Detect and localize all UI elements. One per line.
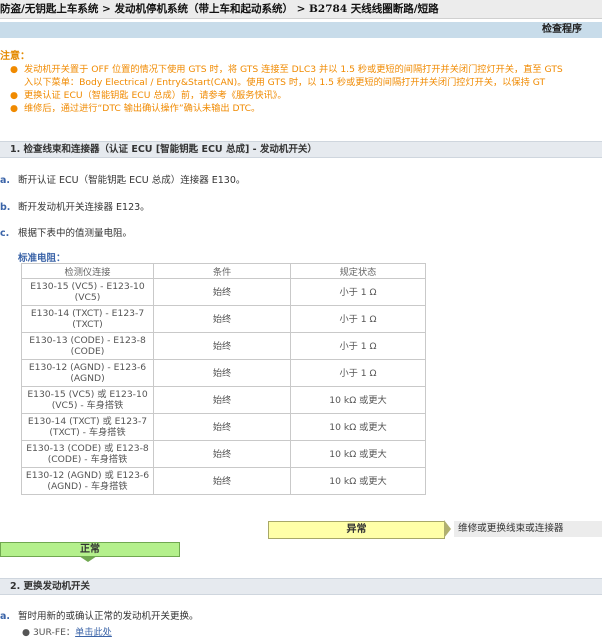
cell-condition: 始终	[153, 359, 291, 387]
step-text: 暂时用新的或确认正常的发动机开关更换。	[18, 611, 199, 622]
cell-connection: E130-13 (CODE) - E123-8 (CODE)	[21, 332, 154, 360]
step-a: a. 断开认证 ECU（智能钥匙 ECU 总成）连接器 E130。	[0, 172, 245, 186]
cell-connection: E130-15 (VC5) 或 E123-10 (VC5) - 车身搭铁	[21, 386, 154, 414]
step-b: b. 断开发动机开关连接器 E123。	[0, 199, 150, 213]
cell-spec: 小于 1 Ω	[290, 305, 426, 333]
cell-spec: 10 kΩ 或更大	[290, 386, 426, 414]
notice-list: ● 发动机开关置于 OFF 位置的情况下使用 GTS 时，将 GTS 连接至 D…	[8, 63, 602, 115]
cell-spec: 小于 1 Ω	[290, 278, 426, 306]
cell-spec: 小于 1 Ω	[290, 359, 426, 387]
table-row: E130-13 (CODE) - E123-8 (CODE) 始终 小于 1 Ω	[21, 332, 426, 360]
cell-condition: 始终	[153, 440, 291, 468]
normal-label: 正常	[80, 544, 100, 555]
table-row: E130-13 (CODE) 或 E123-8 (CODE) - 车身搭铁 始终…	[21, 440, 426, 468]
column-header-connection: 检测仪连接	[21, 263, 154, 279]
cell-condition: 始终	[153, 305, 291, 333]
click-here-link[interactable]: 单击此处	[75, 627, 112, 638]
engine-variant-label: 3UR-FE：	[32, 627, 76, 638]
resistance-table: 检测仪连接 条件 规定状态 E130-15 (VC5) - E123-10 (V…	[21, 263, 426, 495]
section-1-title: 1. 检查线束和连接器（认证 ECU [智能钥匙 ECU 总成] - 发动机开关…	[10, 144, 317, 155]
table-header-row: 检测仪连接 条件 规定状态	[21, 263, 426, 279]
notice-title: 注意：	[0, 51, 30, 62]
cell-spec: 10 kΩ 或更大	[290, 440, 426, 468]
table-row: E130-12 (AGND) 或 E123-6 (AGND) - 车身搭铁 始终…	[21, 467, 426, 495]
column-header-condition: 条件	[153, 263, 291, 279]
cell-condition: 始终	[153, 386, 291, 414]
cell-spec: 10 kΩ 或更大	[290, 413, 426, 441]
cell-connection: E130-15 (VC5) - E123-10 (VC5)	[21, 278, 154, 306]
procedure-header: 检查程序	[0, 22, 602, 38]
step-text: 断开认证 ECU（智能钥匙 ECU 总成）连接器 E130。	[18, 175, 246, 186]
table-row: E130-12 (AGND) - E123-6 (AGND) 始终 小于 1 Ω	[21, 359, 426, 387]
notice-item: ● 维修后，通过进行“DTC 输出确认操作”确认未输出 DTC。	[8, 102, 602, 115]
notice-item: ● 更换认证 ECU（智能钥匙 ECU 总成）前，请参考《服务快讯》。	[8, 89, 602, 102]
column-header-spec: 规定状态	[290, 263, 426, 279]
cell-condition: 始终	[153, 278, 291, 306]
step-letter: a.	[0, 611, 11, 622]
section-2-header: 2. 更换发动机开关	[0, 578, 602, 595]
cell-connection: E130-14 (TXCT) - E123-7 (TXCT)	[21, 305, 154, 333]
step-text: 断开发动机开关连接器 E123。	[18, 202, 150, 213]
notice-item-text: 入以下菜单：Body Electrical / Entry&Start(CAN)…	[24, 77, 546, 88]
bullet-icon: ●	[10, 103, 19, 114]
breadcrumb-text: 防盗/无钥匙上车系统 > 发动机停机系统（带上车和起动系统） > B2784 天…	[0, 3, 439, 15]
step-c: c. 根据下表中的值测量电阻。	[0, 225, 132, 239]
step-letter: b.	[0, 202, 11, 213]
cell-connection: E130-12 (AGND) - E123-6 (AGND)	[21, 359, 154, 387]
section-1-header: 1. 检查线束和连接器（认证 ECU [智能钥匙 ECU 总成] - 发动机开关…	[0, 141, 602, 158]
breadcrumb: 防盗/无钥匙上车系统 > 发动机停机系统（带上车和起动系统） > B2784 天…	[0, 0, 602, 19]
abnormal-result-box: 异常	[268, 521, 445, 539]
arrow-right-icon	[444, 520, 451, 538]
abnormal-label: 异常	[346, 524, 367, 535]
abnormal-action: 维修或更换线束或连接器	[454, 521, 602, 537]
step-letter: c.	[0, 228, 10, 239]
cell-condition: 始终	[153, 413, 291, 441]
cell-spec: 10 kΩ 或更大	[290, 467, 426, 495]
step-text: 根据下表中的值测量电阻。	[18, 228, 133, 239]
table-row: E130-15 (VC5) 或 E123-10 (VC5) - 车身搭铁 始终 …	[21, 386, 426, 414]
bullet-icon: ●	[22, 627, 33, 638]
notice-item-text: 发动机开关置于 OFF 位置的情况下使用 GTS 时，将 GTS 连接至 DLC…	[24, 64, 563, 75]
cell-condition: 始终	[153, 332, 291, 360]
standard-resistance-label: 标准电阻：	[18, 253, 66, 264]
bullet-icon: ●	[10, 90, 19, 101]
cell-spec: 小于 1 Ω	[290, 332, 426, 360]
bullet-icon: ●	[10, 64, 19, 75]
cell-connection: E130-14 (TXCT) 或 E123-7 (TXCT) - 车身搭铁	[21, 413, 154, 441]
cell-condition: 始终	[153, 467, 291, 495]
notice-item-text: 维修后，通过进行“DTC 输出确认操作”确认未输出 DTC。	[24, 103, 261, 114]
notice-item-continuation: 入以下菜单：Body Electrical / Entry&Start(CAN)…	[8, 76, 602, 89]
engine-variant-item: ● 3UR-FE：单击此处	[22, 624, 112, 638]
table-row: E130-15 (VC5) - E123-10 (VC5) 始终 小于 1 Ω	[21, 278, 426, 306]
step-letter: a.	[0, 175, 11, 186]
cell-connection: E130-13 (CODE) 或 E123-8 (CODE) - 车身搭铁	[21, 440, 154, 468]
cell-connection: E130-12 (AGND) 或 E123-6 (AGND) - 车身搭铁	[21, 467, 154, 495]
notice-item-text: 更换认证 ECU（智能钥匙 ECU 总成）前，请参考《服务快讯》。	[24, 90, 287, 101]
normal-result-box: 正常	[0, 542, 180, 557]
section-2-title: 2. 更换发动机开关	[10, 581, 91, 592]
table-row: E130-14 (TXCT) - E123-7 (TXCT) 始终 小于 1 Ω	[21, 305, 426, 333]
abnormal-action-text: 维修或更换线束或连接器	[458, 523, 564, 534]
arrow-down-icon	[79, 556, 97, 562]
notice-item: ● 发动机开关置于 OFF 位置的情况下使用 GTS 时，将 GTS 连接至 D…	[8, 63, 602, 76]
table-row: E130-14 (TXCT) 或 E123-7 (TXCT) - 车身搭铁 始终…	[21, 413, 426, 441]
section-2-step-a: a. 暂时用新的或确认正常的发动机开关更换。	[0, 608, 199, 622]
procedure-header-label: 检查程序	[542, 24, 582, 35]
